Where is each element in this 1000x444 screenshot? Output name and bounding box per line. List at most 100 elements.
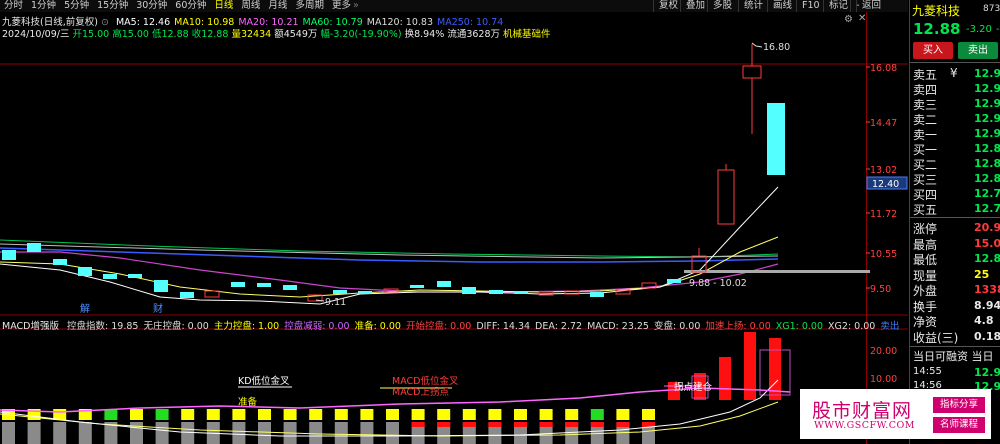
control-block [539, 409, 553, 420]
change-value: 幅-3.20(-19.90%) [320, 29, 402, 40]
control-block [27, 422, 41, 444]
macd-low-label: MACD低位金叉 [392, 375, 459, 387]
indicator-name[interactable]: MACD增强版 [2, 321, 59, 332]
control-block [488, 409, 502, 420]
settings-icon[interactable]: ⚙ [844, 14, 853, 25]
order-price: 12.9 [974, 97, 1000, 110]
macd-up-label: MACD上拐点 [392, 386, 449, 398]
tab-weekly[interactable]: 周线 [237, 0, 264, 12]
price-tick: 10.55 [870, 249, 897, 260]
stat-label: 涨停 [913, 222, 938, 236]
tab-daily[interactable]: 日线 [210, 0, 237, 12]
control-block [258, 409, 271, 420]
tab-1min[interactable]: 1分钟 [27, 0, 60, 12]
support-band [684, 270, 870, 273]
indicator-header: MACD增强版 控盘指数: 19.85 无庄控盘: 0.00 主力控盘: 1.00 控… [2, 318, 899, 332]
price-tick: 16.08 [870, 63, 897, 74]
quote-panel: 九菱科技 87333 12.88 -3.20 -1 买入 卖出 卖五¥12.9卖… [909, 0, 1000, 444]
control-block [462, 409, 476, 420]
indicator-value: 变盘: 0.00 [653, 321, 701, 332]
overlay-button[interactable]: 叠加 [680, 0, 710, 12]
tab-60min[interactable]: 60分钟 [171, 0, 210, 12]
close-icon[interactable]: ✕ [858, 13, 866, 24]
more-chevron-icon: » [352, 0, 359, 11]
kline-chart-area[interactable]: 16.08 14.47 13.02 11.72 10.55 9.50 20.00… [0, 12, 908, 444]
candle-down [180, 292, 194, 298]
stat-label: 净资 [913, 315, 938, 329]
control-block [53, 409, 67, 420]
high-pointer [751, 42, 763, 48]
candle-down [283, 285, 297, 290]
candle-down [410, 285, 424, 288]
watermark-tag: 指标分享 [933, 397, 985, 413]
control-block [462, 422, 476, 427]
candle-down [590, 292, 604, 297]
stat-label: 外盘 [913, 284, 938, 298]
period-toolbar: 分时 1分钟 5分钟 15分钟 30分钟 60分钟 日线 周线 月线 多周期 更… [0, 0, 908, 12]
tab-more[interactable]: 更多» [328, 0, 363, 12]
tick-value: 12.9 [974, 366, 1000, 379]
indicator-value: 无庄控盘: 0.00 [143, 321, 209, 332]
buy-button[interactable]: 买入 [913, 42, 953, 59]
control-block [78, 422, 92, 444]
candle-up [564, 290, 580, 295]
high-mark: 16.80 [763, 42, 790, 53]
price-tick: 11.72 [870, 209, 897, 220]
indicator-value: 主力控盘: 1.00 [213, 321, 280, 332]
tab-5min[interactable]: 5分钟 [60, 0, 93, 12]
tab-15min[interactable]: 15分钟 [93, 0, 132, 12]
indicator-value: 准备: 0.00 [354, 321, 401, 332]
mark-button[interactable]: 标记 [823, 0, 853, 12]
candle-down [231, 282, 245, 287]
order-label: 买五 [913, 203, 938, 217]
control-block [437, 409, 451, 420]
stat-label: 最低 [913, 253, 938, 267]
volume-value: 量32434 [231, 29, 272, 40]
back-button[interactable]: 返回 [856, 0, 886, 12]
control-block [334, 422, 348, 444]
stats-button[interactable]: 统计 [738, 0, 768, 12]
tick-row: 14:55 [913, 366, 942, 377]
indicator-pane: KD低位金叉 准备 MACD低位金叉 MACD上拐点 拐点建仓 [0, 332, 791, 444]
quote-price: 12.88 [913, 20, 961, 38]
control-block [360, 409, 374, 420]
candle-down [53, 259, 67, 265]
kline-chart: 16.08 14.47 13.02 11.72 10.55 9.50 20.00… [0, 12, 908, 444]
draw-line-button[interactable]: 画线 [767, 0, 797, 12]
f10-button[interactable]: F10 [796, 0, 825, 12]
control-block [514, 422, 527, 427]
date-value: 2024/10/09/三 [2, 29, 70, 40]
candle-down [154, 280, 168, 292]
control-block [565, 409, 579, 420]
tab-multi-period[interactable]: 多周期 [291, 0, 328, 12]
order-price: 12.9 [974, 82, 1000, 95]
candle-down [462, 287, 476, 294]
control-block [130, 422, 143, 444]
control-block [232, 409, 246, 420]
multi-stock-button[interactable]: 多股 [707, 0, 737, 12]
candle-down [2, 250, 16, 260]
quote-name: 九菱科技 [912, 4, 961, 18]
tab-monthly[interactable]: 月线 [264, 0, 291, 12]
tick-time: 14:55 [913, 366, 942, 377]
candles [2, 44, 785, 302]
sell-button[interactable]: 卖出 [958, 42, 998, 59]
watermark-title: 股市财富网 [812, 400, 913, 422]
control-block [411, 422, 425, 427]
control-block [411, 409, 425, 420]
stat-value: 4.8 [974, 314, 994, 327]
candle-down [489, 290, 503, 294]
ma10-line [0, 236, 779, 298]
order-price: 12.9 [974, 127, 1000, 140]
tab-30min[interactable]: 30分钟 [132, 0, 171, 12]
fuquan-button[interactable]: 复权 [653, 0, 683, 12]
control-block [53, 422, 67, 444]
price-tick: 14.47 [870, 118, 897, 129]
ma5-line [0, 186, 779, 305]
tab-fenshi[interactable]: 分时 [0, 0, 27, 12]
candle-down [257, 283, 271, 287]
yen-icon: ¥ [950, 66, 958, 80]
control-block [616, 422, 630, 427]
turnover-value: 换8.94% [404, 29, 445, 40]
control-block [539, 422, 553, 427]
